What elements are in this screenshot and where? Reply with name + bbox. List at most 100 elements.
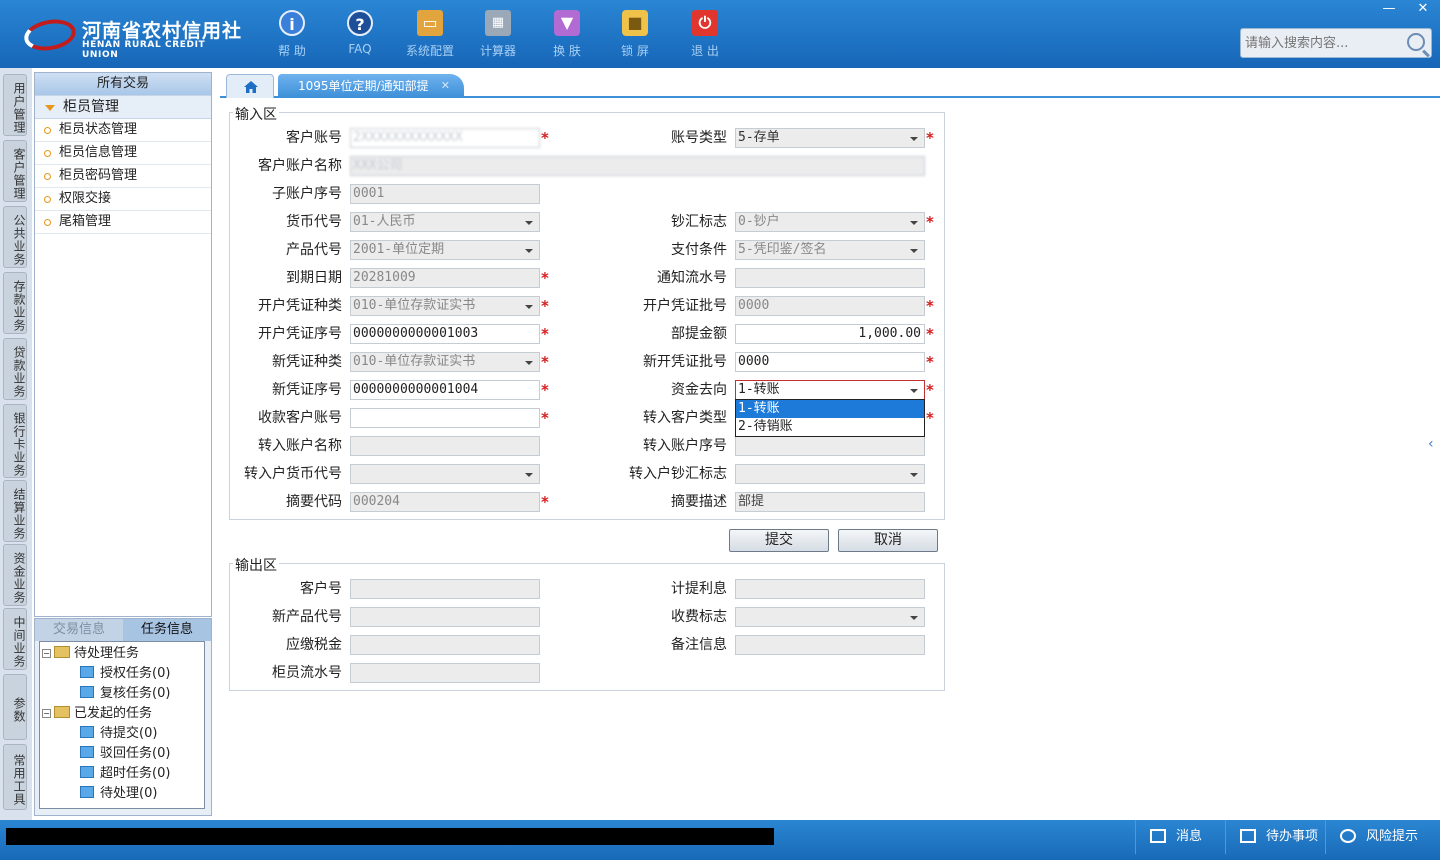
nav-item-teller-info[interactable]: 柜员信息管理 — [35, 142, 211, 165]
in-cash-select[interactable] — [735, 464, 925, 484]
account-type-label: 账号类型 — [671, 130, 727, 146]
logo-mark-icon — [21, 15, 79, 55]
tab-1095-partial-withdrawal[interactable]: 1095单位定期/通知部提 ✕ — [278, 74, 464, 98]
vtab-customer-management[interactable]: 客户管理 — [3, 140, 27, 202]
system-config-button[interactable]: ▭ 系统配置 — [400, 8, 460, 60]
nav-header: 所有交易 — [35, 73, 211, 95]
accrued-interest-label: 计提利息 — [671, 581, 727, 597]
in-seq-input[interactable] — [735, 436, 925, 456]
search-input[interactable] — [1241, 29, 1401, 57]
dropdown-option-pending-writeoff[interactable]: 2-待销账 — [736, 418, 924, 436]
fund-direction-select[interactable]: 1-转账 — [735, 380, 925, 400]
open-vtype-select[interactable]: 010-单位存款证实书 — [350, 296, 540, 316]
collapse-right-icon[interactable]: ‹ — [1428, 436, 1434, 452]
nav-group-teller-management[interactable]: 柜员管理 — [35, 95, 211, 119]
in-name-label: 转入账户名称 — [258, 438, 342, 454]
vtab-settlement-business[interactable]: 结算业务 — [3, 480, 27, 542]
tree-node-to-submit[interactable]: 待提交(0) — [80, 724, 157, 744]
vtab-parameters[interactable]: 参数 — [3, 674, 27, 740]
vtab-common-tools[interactable]: 常用工具 — [3, 744, 27, 810]
in-name-input[interactable] — [350, 436, 540, 456]
vtab-fund-business[interactable]: 资金业务 — [3, 544, 27, 606]
vtab-loan-business[interactable]: 贷款业务 — [3, 338, 27, 400]
fee-flag-select[interactable] — [735, 607, 925, 627]
nav-item-teller-status[interactable]: 柜员状态管理 — [35, 119, 211, 142]
collapse-icon[interactable]: − — [42, 649, 51, 658]
required-mark: * — [541, 353, 549, 371]
tab-close-icon[interactable]: ✕ — [441, 74, 450, 98]
pay-cond-select[interactable]: 5-凭印鉴/签名 — [735, 240, 925, 260]
open-vseq-input[interactable]: 0000000000001003 — [350, 324, 540, 344]
required-mark: * — [926, 409, 934, 427]
tree-node-initiated[interactable]: − 已发起的任务 — [42, 704, 152, 724]
open-vseq-label: 开户凭证序号 — [258, 326, 342, 342]
new-vtype-select[interactable]: 010-单位存款证实书 — [350, 352, 540, 372]
accrued-interest-output — [735, 579, 925, 599]
due-date-label: 到期日期 — [286, 270, 342, 286]
due-date-input[interactable]: 20281009 — [350, 268, 540, 288]
nav-item-permission-handover[interactable]: 权限交接 — [35, 188, 211, 211]
new-vseq-label: 新凭证序号 — [272, 382, 342, 398]
nav-item-teller-password[interactable]: 柜员密码管理 — [35, 165, 211, 188]
account-type-select[interactable]: 5-存单 — [735, 128, 925, 148]
tree-node-timeout[interactable]: 超时任务(0) — [80, 764, 170, 784]
vtab-public-business[interactable]: 公共业务 — [3, 206, 27, 268]
folder-icon — [54, 706, 70, 718]
question-icon: ? — [347, 10, 373, 36]
tree-node-to-process[interactable]: 待处理(0) — [80, 784, 157, 804]
risk-alert-button[interactable]: 风险提示 — [1325, 820, 1440, 854]
nav-item-cash-box[interactable]: 尾箱管理 — [35, 211, 211, 234]
summary-code-input[interactable]: 000204 — [350, 492, 540, 512]
folder-blue-icon — [80, 666, 94, 678]
cancel-button[interactable]: 取消 — [838, 529, 938, 552]
tree-node-rejected[interactable]: 驳回任务(0) — [80, 744, 170, 764]
cust-name-input[interactable]: XXX公司 — [350, 156, 925, 176]
brand-name-en: HENAN RURAL CREDIT UNION — [82, 40, 206, 60]
submit-button[interactable]: 提交 — [729, 529, 829, 552]
vtab-deposit-business[interactable]: 存款业务 — [3, 272, 27, 334]
partial-amount-input[interactable]: 1,000.00 — [735, 324, 925, 344]
sub-seq-input[interactable]: 0001 — [350, 184, 540, 204]
pay-cond-label: 支付条件 — [671, 242, 727, 258]
tab-home[interactable] — [226, 74, 274, 98]
logout-button[interactable]: ⏻ 退 出 — [675, 8, 735, 60]
folder-blue-icon — [80, 746, 94, 758]
vtab-card-business[interactable]: 银行卡业务 — [3, 404, 27, 478]
currency-select[interactable]: 01-人民币 — [350, 212, 540, 232]
product-select[interactable]: 2001-单位定期 — [350, 240, 540, 260]
summary-desc-input[interactable]: 部提 — [735, 492, 925, 512]
tab-transaction-info[interactable]: 交易信息 — [35, 619, 123, 641]
recv-account-input[interactable] — [350, 408, 540, 428]
minimize-button[interactable]: — — [1372, 0, 1406, 18]
todo-button[interactable]: 待办事项 — [1225, 820, 1325, 854]
notice-seq-input[interactable] — [735, 268, 925, 288]
change-skin-button[interactable]: ▼ 换 肤 — [537, 8, 597, 60]
calculator-button[interactable]: ▦ 计算器 — [468, 8, 528, 60]
tree-node-pending[interactable]: − 待处理任务 — [42, 644, 139, 664]
tree-node-review[interactable]: 复核任务(0) — [80, 684, 170, 704]
close-window-button[interactable]: ✕ — [1406, 0, 1440, 18]
required-mark: * — [541, 493, 549, 511]
collapse-icon[interactable]: − — [42, 709, 51, 718]
new-vbatch-input[interactable]: 0000 — [735, 352, 925, 372]
dropdown-option-transfer[interactable]: 1-转账 — [736, 400, 924, 418]
cust-account-label: 客户账号 — [286, 130, 342, 146]
home-icon — [244, 81, 258, 93]
envelope-icon — [1150, 829, 1166, 843]
faq-button[interactable]: ? FAQ — [330, 8, 390, 60]
vtab-user-management[interactable]: 用户管理 — [3, 74, 27, 136]
cash-flag-select[interactable]: 0-钞户 — [735, 212, 925, 232]
tree-node-auth[interactable]: 授权任务(0) — [80, 664, 170, 684]
cust-account-input[interactable]: 2XXXXXXXXXXXXX — [350, 128, 540, 148]
messages-button[interactable]: 消息 — [1135, 820, 1225, 854]
open-vbatch-input[interactable]: 0000 — [735, 296, 925, 316]
lock-screen-button[interactable]: ■ 锁 屏 — [605, 8, 665, 60]
fee-flag-label: 收费标志 — [671, 609, 727, 625]
new-vseq-input[interactable]: 0000000000001004 — [350, 380, 540, 400]
toolbox-icon: ▭ — [417, 10, 443, 36]
search-icon[interactable] — [1407, 33, 1425, 51]
help-button[interactable]: i 帮 助 — [262, 8, 322, 60]
vtab-intermediary-business[interactable]: 中间业务 — [3, 608, 27, 670]
tab-task-info[interactable]: 任务信息 — [123, 619, 211, 641]
in-currency-select[interactable] — [350, 464, 540, 484]
